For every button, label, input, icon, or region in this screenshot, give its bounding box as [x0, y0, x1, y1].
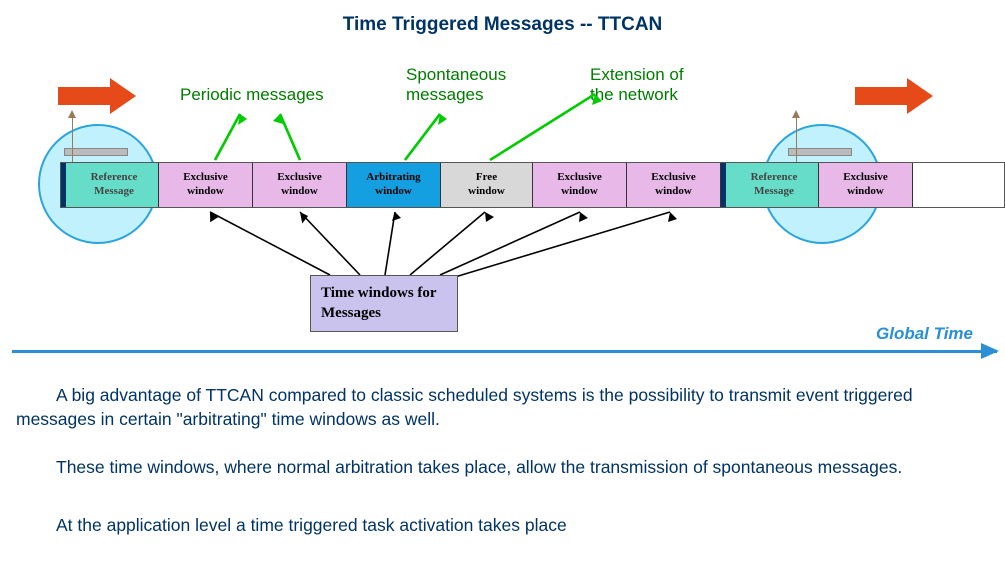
- ref-up-arrow-2: [796, 116, 797, 162]
- tick-bar-2: [788, 148, 852, 156]
- time-slot-row: ReferenceMessageExclusivewindowExclusive…: [60, 162, 1005, 208]
- time-slot-1: Exclusivewindow: [159, 163, 253, 207]
- paragraph-1: A big advantage of TTCAN compared to cla…: [16, 384, 989, 431]
- time-slot-8: Exclusivewindow: [819, 163, 913, 207]
- tick-bar-1: [64, 148, 128, 156]
- time-slot-6: Exclusivewindow: [627, 163, 721, 207]
- paragraph-2: These time windows, where normal arbitra…: [16, 456, 989, 480]
- global-time-axis: [12, 350, 997, 353]
- ref-up-arrow-1: [72, 116, 73, 162]
- time-windows-box: Time windows for Messages: [310, 275, 458, 332]
- time-slot-2: Exclusivewindow: [253, 163, 347, 207]
- label-extension-network: Extension ofthe network: [590, 65, 684, 104]
- label-spontaneous-messages: Spontaneousmessages: [406, 65, 506, 104]
- page-title: Time Triggered Messages -- TTCAN: [0, 0, 1005, 36]
- paragraph-3: At the application level a time triggere…: [16, 514, 989, 538]
- time-slot-7: ReferenceMessage: [721, 163, 819, 207]
- time-slot-3: Arbitratingwindow: [347, 163, 441, 207]
- label-periodic-messages: Periodic messages: [180, 85, 324, 105]
- time-slot-4: Freewindow: [441, 163, 533, 207]
- time-slot-0: ReferenceMessage: [61, 163, 159, 207]
- ttcan-diagram: ReferenceMessageExclusivewindowExclusive…: [0, 40, 1005, 370]
- global-time-label: Global Time: [876, 324, 973, 344]
- time-slot-5: Exclusivewindow: [533, 163, 627, 207]
